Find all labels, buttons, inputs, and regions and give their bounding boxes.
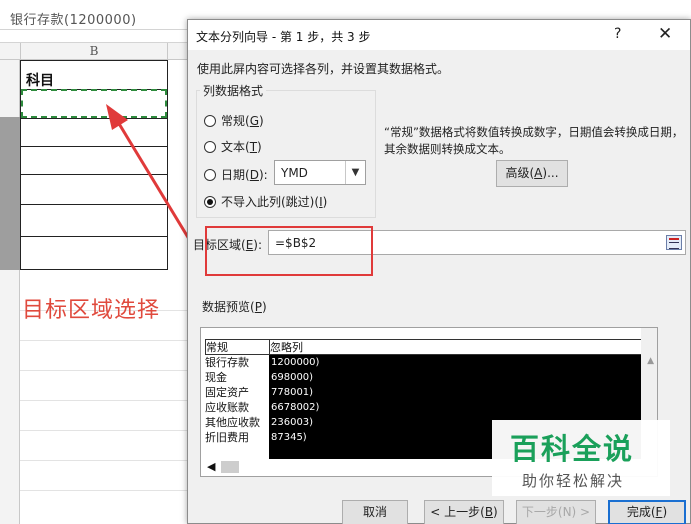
preview-cell: 778001) (271, 387, 314, 398)
radio-selected-icon[interactable] (204, 195, 216, 208)
cell-border (20, 60, 168, 61)
advanced-button[interactable]: 高级(A)... (496, 160, 568, 187)
dialog-title: 文本分列向导 - 第 1 步，共 3 步 (196, 30, 371, 44)
radio-date[interactable]: 日期(D): (204, 166, 268, 183)
radio-circle-icon[interactable] (204, 140, 216, 153)
preview-label-text: 数据预览 (202, 300, 251, 314)
preview-cell: 其他应收款 (205, 416, 260, 429)
preview-cell: 折旧费用 (205, 431, 249, 444)
preview-header-skip[interactable]: 忽略列 (269, 339, 657, 355)
radio-skip-key: I (319, 194, 323, 209)
cell-border (20, 236, 168, 237)
watermark-sub-text: 助你轻松解决 (522, 472, 625, 490)
chevron-down-icon[interactable]: ▼ (345, 161, 365, 184)
range-collapse-icon[interactable] (666, 235, 682, 250)
watermark-main-text: 百科全说 (510, 432, 635, 466)
preview-cell: 1200000) (271, 357, 320, 368)
preview-horizontal-scrollbar[interactable]: ◀ (205, 460, 285, 474)
radio-text[interactable]: 文本(T) (204, 138, 262, 155)
radio-text-key: T (249, 139, 258, 154)
next-button: 下一步(N) > (516, 500, 596, 524)
date-format-select[interactable]: YMD ▼ (274, 160, 366, 185)
radio-general-label: 常规 (221, 114, 246, 128)
cell-border (20, 204, 168, 205)
annotation-text: 目标区域选择 (22, 298, 161, 323)
dialog-instruction: 使用此屏内容可选择各列，并设置其数据格式。 (197, 62, 450, 76)
format-description: “常规”数据格式将数值转换成数字，日期值会转换成日期，其余数据则转换成文本。 (384, 125, 684, 156)
help-button[interactable]: ? (614, 26, 621, 42)
radio-general-key: G (249, 113, 260, 128)
preview-cell: 应收账款 (205, 401, 249, 414)
date-format-value: YMD (281, 166, 308, 180)
finish-button-label: 完成 (626, 505, 651, 519)
preview-label-key: P (254, 300, 262, 314)
dialog-titlebar[interactable]: 文本分列向导 - 第 1 步，共 3 步 ? ✕ (188, 20, 690, 50)
preview-cell: 固定资产 (205, 386, 249, 399)
cell-border (167, 60, 168, 270)
cell-b1-header[interactable]: 科目 (26, 70, 54, 90)
formula-bar-text: 银行存款(1200000) (10, 13, 137, 28)
radio-circle-icon[interactable] (204, 168, 216, 181)
advanced-button-key: A (534, 166, 543, 180)
advanced-button-label: 高级 (505, 166, 530, 180)
preview-cell: 银行存款 (205, 356, 249, 369)
cell-border (20, 146, 168, 147)
radio-general[interactable]: 常规(G) (204, 112, 264, 129)
watermark-logo: 百科全说 助你轻松解决 (492, 420, 670, 496)
cell-border (20, 174, 168, 175)
close-icon[interactable]: ✕ (658, 24, 672, 44)
preview-cell: 现金 (205, 371, 227, 384)
scrollbar-thumb[interactable] (221, 461, 239, 473)
radio-circle-icon[interactable] (204, 114, 216, 127)
chevron-up-icon[interactable]: ▲ (647, 356, 654, 366)
column-header-b[interactable]: B (20, 43, 168, 61)
column-format-label: 列数据格式 (200, 82, 267, 99)
preview-cell: 698000) (271, 372, 314, 383)
radio-skip-column[interactable]: 不导入此列(跳过)(I) (204, 193, 327, 210)
back-button[interactable]: < 上一步(B) (424, 500, 504, 524)
selected-rows-highlight (0, 117, 20, 270)
preview-column-1: 银行存款 现金 固定资产 应收账款 其他应收款 折旧费用 (205, 355, 269, 445)
preview-label: 数据预览(P) (202, 300, 267, 314)
preview-cell: 6678002) (271, 402, 320, 413)
back-button-label: < 上一步 (430, 505, 481, 519)
finish-button[interactable]: 完成(F) (608, 500, 686, 524)
radio-text-label: 文本 (221, 140, 246, 154)
destination-highlight-box (205, 226, 373, 276)
back-button-key: B (484, 505, 494, 519)
cell-border (20, 118, 168, 119)
preview-header-general[interactable]: 常规 (205, 339, 270, 355)
radio-skip-label: 不导入此列(跳过) (221, 195, 315, 209)
radio-date-label: 日期 (221, 168, 246, 182)
chevron-left-icon[interactable]: ◀ (207, 460, 215, 473)
cancel-button[interactable]: 取消 (342, 500, 408, 524)
cell-border (20, 269, 168, 270)
radio-date-key: D (249, 167, 259, 182)
row-header-strip[interactable] (0, 60, 20, 524)
finish-button-key: F (655, 505, 663, 519)
target-cell-marquee[interactable] (21, 89, 167, 118)
